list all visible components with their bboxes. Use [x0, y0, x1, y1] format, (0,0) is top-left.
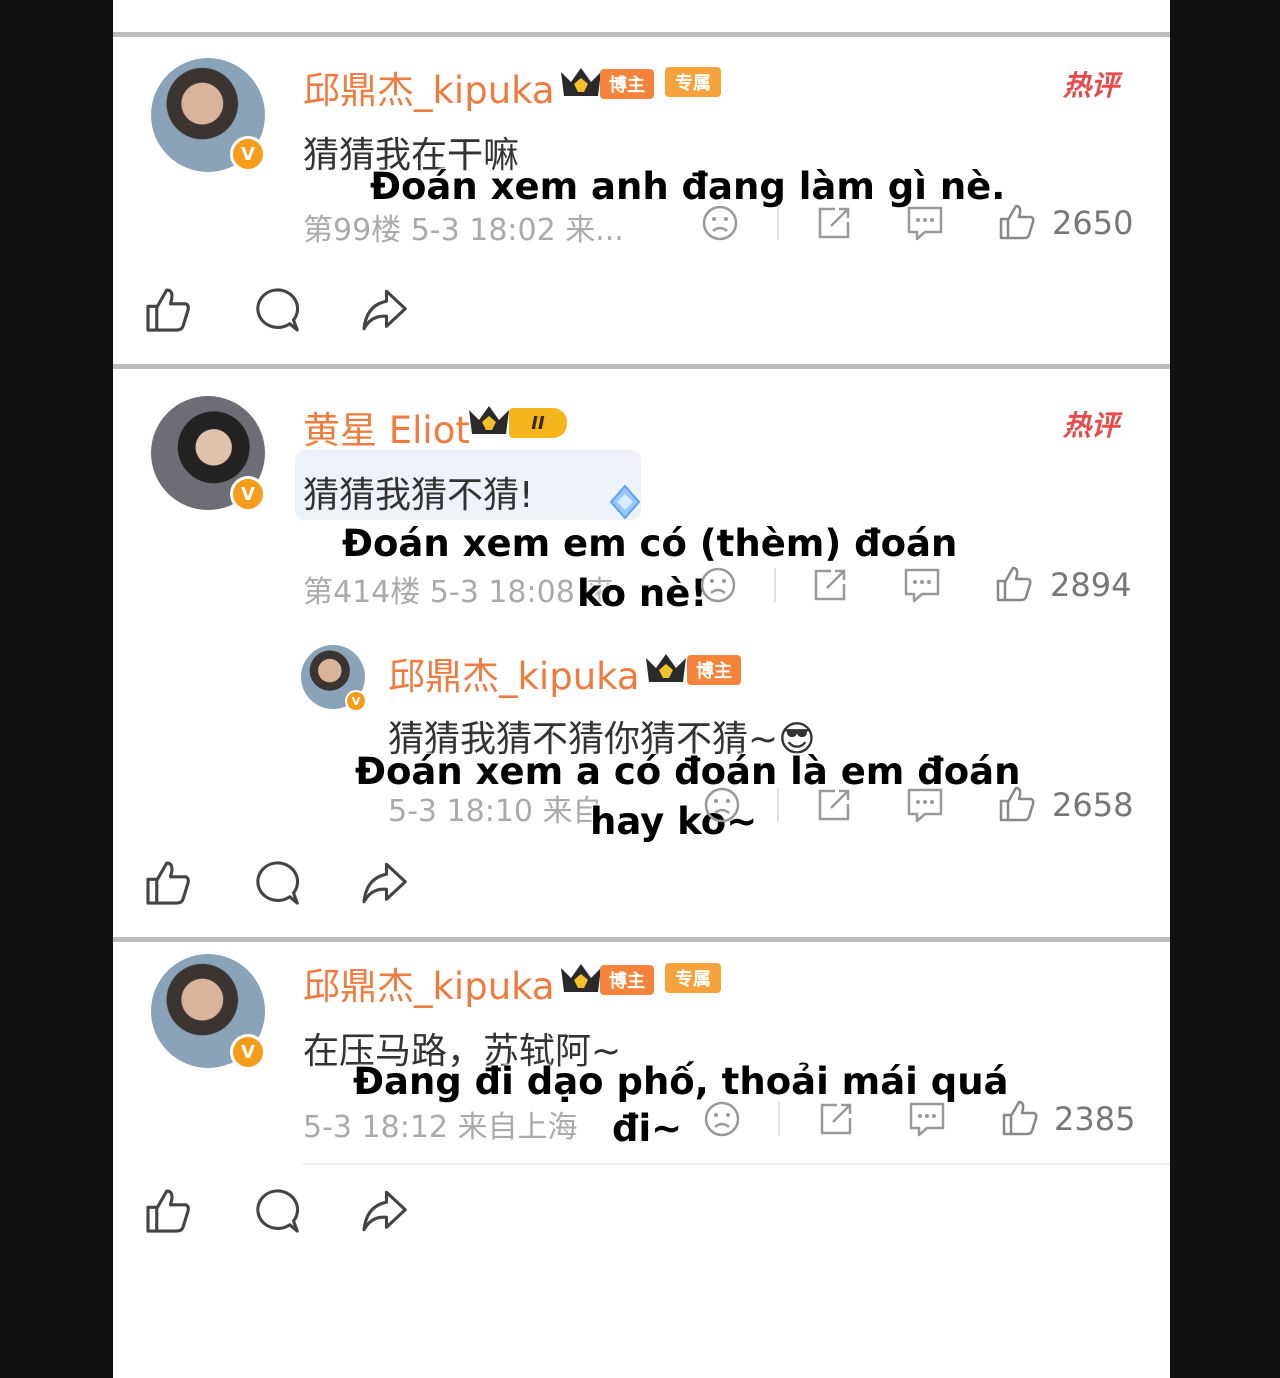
thumbs-up-icon[interactable]	[1000, 1098, 1040, 1138]
reply-meta: 5-3 18:10 来自	[388, 794, 603, 829]
level-badge: II	[509, 408, 567, 438]
reply-bubble-icon[interactable]	[905, 204, 945, 242]
username[interactable]: 黄星 Eliot	[303, 400, 470, 454]
share-icon[interactable]	[359, 1186, 409, 1236]
translation-caption-line2: ko nè!	[577, 572, 708, 615]
share-icon[interactable]	[359, 285, 409, 335]
exclusive-badge: 专属	[665, 963, 721, 993]
like-count: 2658	[1052, 786, 1134, 824]
divider	[774, 568, 776, 602]
comment-feed: V 邱鼎杰_kipuka 博主 专属 热评 猜猜我在干嘛 Đoán xem an…	[113, 0, 1170, 1378]
divider	[778, 1102, 780, 1136]
crown-icon	[561, 964, 601, 992]
translation-caption: Đang đi dạo phố, thoải mái quá	[353, 1060, 1009, 1103]
translation-caption: Đoán xem em có (thèm) đoán	[342, 522, 958, 565]
blogger-badge: 博主	[600, 965, 654, 995]
reply-bubble-icon[interactable]	[905, 786, 945, 824]
translation-caption-line2: đi~	[612, 1107, 683, 1150]
thumbs-up-icon[interactable]	[143, 285, 193, 335]
reply-bubble-icon[interactable]	[907, 1100, 947, 1138]
comment-text: 猜猜我猜不猜!	[303, 475, 534, 516]
thumbs-up-icon[interactable]	[994, 564, 1034, 604]
comment-meta: 5-3 18:12 来自上海	[303, 1110, 578, 1145]
repost-icon[interactable]	[811, 566, 849, 604]
crown-icon	[469, 406, 509, 434]
like-count: 2894	[1050, 566, 1132, 604]
like-count: 2650	[1052, 204, 1134, 242]
divider	[113, 937, 1170, 942]
divider	[777, 206, 779, 240]
like-count: 2385	[1054, 1100, 1136, 1138]
username[interactable]: 邱鼎杰_kipuka	[303, 60, 555, 114]
verified-icon: V	[230, 476, 266, 512]
comment-icon[interactable]	[251, 285, 301, 335]
hot-comment-label: 热评	[1063, 69, 1120, 102]
verified-icon: V	[230, 136, 266, 172]
blogger-badge: 博主	[600, 69, 654, 99]
verified-icon: V	[345, 690, 367, 712]
thumbs-up-icon[interactable]	[143, 858, 193, 908]
reply-bubble-icon[interactable]	[902, 566, 942, 604]
divider	[303, 1163, 1170, 1165]
hot-comment-label: 热评	[1063, 409, 1120, 442]
thumbs-up-icon[interactable]	[143, 1186, 193, 1236]
sad-face-icon[interactable]	[703, 1100, 741, 1138]
verified-icon: V	[230, 1034, 266, 1070]
exclusive-badge: 专属	[665, 67, 721, 97]
crown-icon	[646, 654, 686, 682]
sad-face-icon[interactable]	[699, 566, 737, 604]
reply-username[interactable]: 邱鼎杰_kipuka	[388, 646, 640, 700]
divider	[777, 788, 779, 822]
comment-meta: 第99楼 5-3 18:02 来...	[303, 213, 624, 248]
crown-icon	[561, 68, 601, 96]
thumbs-up-icon[interactable]	[997, 202, 1037, 242]
username[interactable]: 邱鼎杰_kipuka	[303, 956, 555, 1010]
repost-icon[interactable]	[815, 204, 853, 242]
comment-meta: 第414楼 5-3 18:08 来	[303, 575, 615, 610]
blogger-badge: 博主	[687, 655, 741, 685]
comment-icon[interactable]	[251, 858, 301, 908]
divider	[113, 364, 1170, 369]
sad-face-icon[interactable]	[701, 204, 739, 242]
repost-icon[interactable]	[817, 1100, 855, 1138]
divider	[113, 32, 1170, 37]
comment-icon[interactable]	[251, 1186, 301, 1236]
thumbs-up-icon[interactable]	[997, 784, 1037, 824]
sad-face-icon[interactable]	[703, 786, 741, 824]
repost-icon[interactable]	[815, 786, 853, 824]
share-icon[interactable]	[359, 858, 409, 908]
